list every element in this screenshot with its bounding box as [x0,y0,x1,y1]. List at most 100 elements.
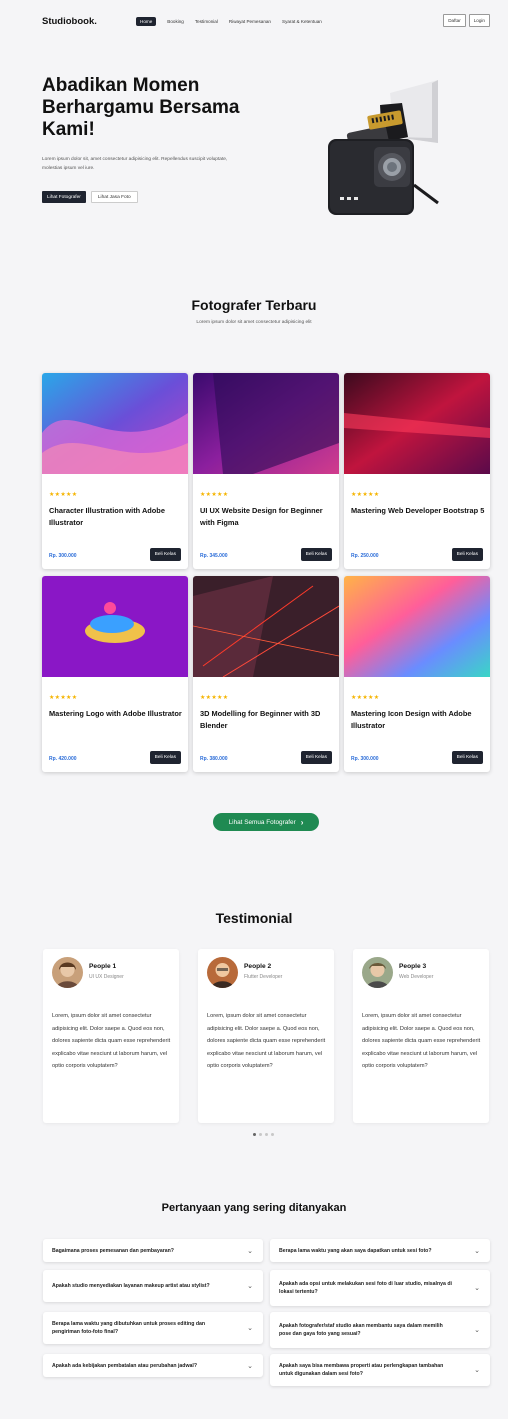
chevron-down-icon: ⌄ [247,1325,253,1332]
faq-title: Pertanyaan yang sering ditanyakan [161,1202,347,1214]
lihat-jasa-foto-button[interactable]: Lihat Jasa Foto [90,191,138,203]
carousel-dot[interactable] [253,1133,256,1136]
daftar-button[interactable]: Daftar [443,14,466,27]
card-price: Rp. 300.000 [49,553,77,559]
chevron-down-icon: ⌄ [247,1247,253,1255]
faq-item[interactable]: Apakah saya bisa membawa properti atau p… [270,1354,490,1386]
hero-buttons: Lihat Fotografer Lihat Jasa Foto [42,191,138,203]
lihat-fotografer-button[interactable]: Lihat Fotografer [42,191,86,203]
card-image [344,373,490,474]
avatar [207,957,238,988]
faq-question: Apakah fotografer/staf studio akan memba… [279,1323,443,1337]
avatar [362,957,393,988]
card-image [42,576,188,677]
testimonial-text: Lorem, ipsum dolor sit amet consectetur … [207,1013,326,1069]
photographer-card[interactable]: ★★★★★ Mastering Logo with Adobe Illustra… [42,576,188,772]
card-price: Rp. 345.000 [200,553,228,559]
nav-menu: Home Booking Testimonial Riwayat Pemesan… [136,14,333,28]
card-title: Mastering Icon Design with Adobe Illustr… [351,709,472,730]
testimonial-text: Lorem, ipsum dolor sit amet consectetur … [52,1013,171,1069]
card-price: Rp. 250.000 [351,553,379,559]
testimonial-role: UI UX Designer [89,974,124,980]
carousel-dot[interactable] [271,1133,274,1136]
beli-kelas-button[interactable]: Beli Kelas [149,548,181,561]
testimonial-role: Web Developer [399,974,434,980]
faq-item[interactable]: Berapa lama waktu yang dibutuhkan untuk … [43,1312,263,1344]
nav-item-syarat[interactable]: Syarat & Ketentuan [282,19,322,24]
photographer-card[interactable]: ★★★★★ UI UX Website Design for Beginner … [193,373,339,569]
card-image [344,576,490,677]
faq-question: Apakah ada kebijakan pembatalan atau per… [52,1362,198,1369]
faq-question: Apakah ada opsi untuk melakukan sesi fot… [279,1281,452,1295]
testimonial-role: Flutter Developer [244,974,283,980]
carousel-dot[interactable] [259,1133,262,1136]
faq-question: Apakah studio menyediakan layanan makeup… [52,1283,210,1289]
carousel-dot[interactable] [265,1133,268,1136]
auth-buttons: Daftar Login [443,14,490,27]
faq-item[interactable]: Apakah ada kebijakan pembatalan atau per… [43,1354,263,1377]
rating-stars: ★★★★★ [351,492,380,498]
avatar [52,957,83,988]
testimonial-name: People 2 [244,963,272,970]
beli-kelas-button[interactable]: Beli Kelas [300,751,332,764]
card-title: 3D Modelling for Beginner with 3D Blende… [200,709,321,730]
testimonial-title: Testimonial [215,910,293,926]
chevron-down-icon: ⌄ [474,1327,480,1334]
card-title: Mastering Logo with Adobe Illustrator [49,709,182,718]
faq-item[interactable]: Bagaimana proses pemesanan dan pembayara… [43,1239,263,1262]
all-button-label: Lihat Semua Fotografer [228,818,296,826]
rating-stars: ★★★★★ [49,695,78,701]
testimonial-name: People 1 [89,963,117,970]
beli-kelas-button[interactable]: Beli Kelas [300,548,332,561]
card-title: Mastering Web Developer Bootstrap 5 [351,506,485,515]
nav-item-riwayat[interactable]: Riwayat Pemesanan [229,19,271,24]
faq-item[interactable]: Apakah ada opsi untuk melakukan sesi fot… [270,1270,490,1306]
beli-kelas-button[interactable]: Beli Kelas [451,548,483,561]
card-image [42,373,188,474]
nav-item-home[interactable]: Home [136,16,157,26]
chevron-down-icon: ⌄ [474,1367,480,1374]
testimonial-text: Lorem, ipsum dolor sit amet consectetur … [362,1013,481,1069]
carousel-dots [253,1133,274,1136]
lihat-semua-fotografer-button[interactable]: Lihat Semua Fotografer › [213,813,319,831]
camera-illustration [328,80,439,215]
chevron-down-icon: ⌄ [474,1247,480,1255]
rating-stars: ★★★★★ [200,492,229,498]
testimonial-card: People 2 Flutter Developer Lorem, ipsum … [198,949,334,1123]
faq-item[interactable]: Apakah fotografer/staf studio akan memba… [270,1312,490,1348]
rating-stars: ★★★★★ [351,695,380,701]
testimonial-card: People 1 UI UX Designer Lorem, ipsum dol… [43,949,179,1123]
faq-question: Bagaimana proses pemesanan dan pembayara… [52,1247,174,1254]
hero-description: Lorem ipsum dolor sit, amet consectetur … [42,157,228,171]
page: Studiobook. Home Booking Testimonial Riw… [0,0,508,1419]
card-price: Rp. 300.000 [351,756,379,762]
rating-stars: ★★★★★ [49,492,78,498]
hero-title: Abadikan Momen Berhargamu Bersama Kami! [42,75,240,140]
chevron-down-icon: ⌄ [247,1362,253,1370]
card-title: UI UX Website Design for Beginner with F… [200,506,323,527]
rating-stars: ★★★★★ [200,695,229,701]
nav-item-booking[interactable]: Booking [167,19,184,24]
card-price: Rp. 380.000 [200,756,228,762]
photographer-card[interactable]: ★★★★★ 3D Modelling for Beginner with 3D … [193,576,339,772]
chevron-right-icon: › [300,817,304,827]
brand-logo[interactable]: Studiobook. [42,16,97,27]
photographers-title: Fotografer Terbaru [191,297,317,313]
photographers-subtitle: Lorem ipsum dolor sit amet consectetur a… [196,320,312,325]
chevron-down-icon: ⌄ [474,1285,480,1292]
photographer-card[interactable]: ★★★★★ Mastering Icon Design with Adobe I… [344,576,490,772]
nav-item-testimonial[interactable]: Testimonial [195,19,218,24]
photographer-card[interactable]: ★★★★★ Character Illustration with Adobe … [42,373,188,569]
faq-item[interactable]: Berapa lama waktu yang akan saya dapatka… [270,1239,490,1262]
testimonial-name: People 3 [399,963,427,970]
faq-item[interactable]: Apakah studio menyediakan layanan makeup… [43,1270,263,1302]
card-image [193,373,339,474]
login-button[interactable]: Login [468,14,490,27]
beli-kelas-button[interactable]: Beli Kelas [149,751,181,764]
faq-question: Berapa lama waktu yang dibutuhkan untuk … [52,1321,206,1335]
navbar: Studiobook. Home Booking Testimonial Riw… [42,14,490,28]
photographer-card[interactable]: ★★★★★ Mastering Web Developer Bootstrap … [344,373,490,569]
testimonial-card: People 3 Web Developer Lorem, ipsum dolo… [353,949,489,1123]
faq-question: Berapa lama waktu yang akan saya dapatka… [279,1247,432,1254]
beli-kelas-button[interactable]: Beli Kelas [451,751,483,764]
